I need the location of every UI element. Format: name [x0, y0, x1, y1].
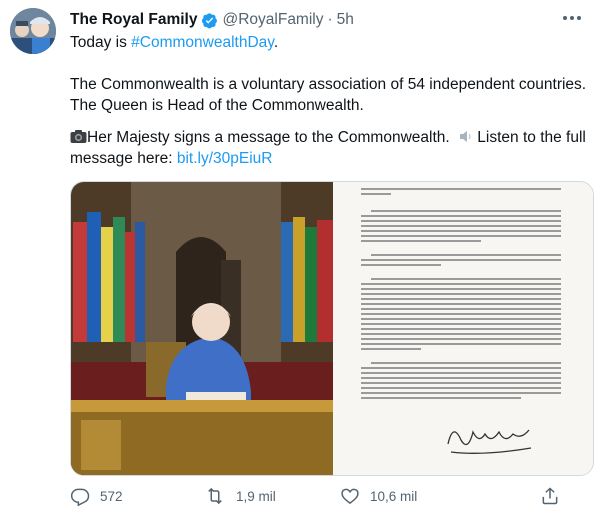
reply-icon: [70, 488, 90, 506]
tweet-timestamp[interactable]: 5h: [337, 11, 354, 29]
text-segment: .: [273, 34, 279, 51]
tweet-text-line-5: message here: bit.ly/30pEiuR: [70, 149, 272, 169]
text-segment: Today is: [70, 34, 132, 51]
tweet-text-line-2: The Commonwealth is a voluntary associat…: [70, 76, 587, 93]
camera-icon: [70, 129, 87, 150]
retweet-button[interactable]: 1,9 mil: [204, 484, 276, 508]
reply-button[interactable]: 572: [70, 484, 123, 508]
separator-dot: ·: [327, 11, 333, 28]
tweet-text-line-4: Her Majesty signs a message to the Commo…: [70, 128, 586, 150]
tweet-media[interactable]: [70, 181, 594, 476]
speaker-icon: [458, 129, 473, 150]
text-segment: Her Majesty signs a message to the Commo…: [87, 129, 450, 146]
tweet-text-line-3: The Queen is Head of the Commonwealth.: [70, 97, 364, 114]
commonwealth-letter-image[interactable]: [333, 182, 593, 475]
like-count: 10,6 mil: [370, 488, 418, 504]
tweet-header: The Royal Family @RoyalFamily · 5h: [70, 10, 354, 30]
hashtag-link[interactable]: #CommonwealthDay: [131, 34, 274, 51]
tweet: The Royal Family @RoyalFamily · 5h Today…: [0, 0, 598, 512]
retweet-count: 1,9 mil: [236, 488, 276, 504]
more-icon[interactable]: [560, 8, 584, 28]
url-link[interactable]: bit.ly/30pEiuR: [177, 150, 273, 167]
reply-count: 572: [100, 488, 123, 504]
text-segment: Listen to the full: [473, 129, 586, 146]
verified-badge-icon: [201, 12, 218, 29]
queen-signing-photo[interactable]: [71, 182, 333, 475]
tweet-text-line-1: Today is #CommonwealthDay.: [70, 33, 278, 53]
share-button[interactable]: [540, 484, 570, 508]
share-icon: [542, 487, 558, 505]
like-button[interactable]: 10,6 mil: [340, 484, 417, 508]
like-icon: [341, 488, 359, 505]
text-segment: message here:: [70, 150, 177, 167]
avatar[interactable]: [10, 8, 56, 54]
display-name[interactable]: The Royal Family: [70, 11, 197, 29]
user-handle[interactable]: @RoyalFamily: [222, 11, 323, 29]
tweet-actions: 572 1,9 mil 10,6 mil: [70, 484, 590, 508]
retweet-icon: [208, 487, 222, 505]
